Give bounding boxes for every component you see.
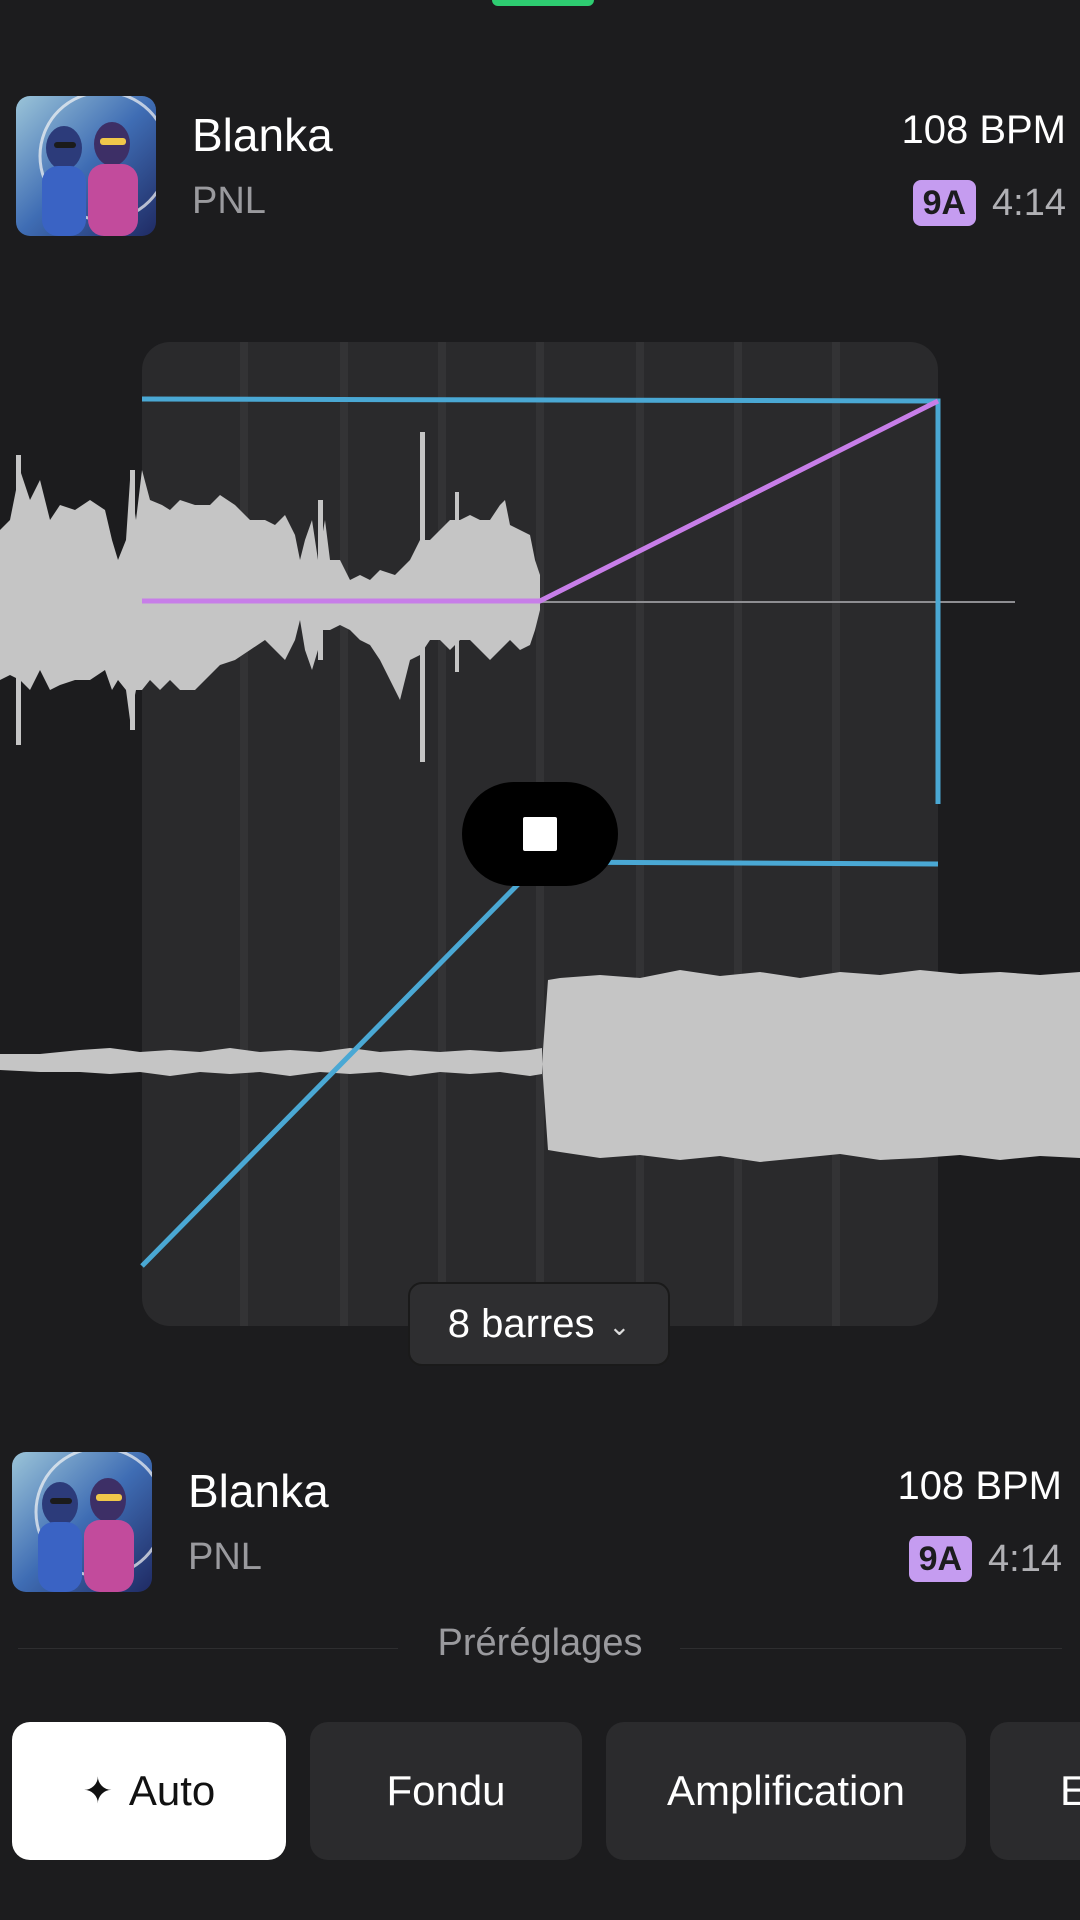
preset-label: E bbox=[1059, 1767, 1080, 1814]
preset-label: Fondu bbox=[386, 1767, 506, 1814]
stop-icon bbox=[523, 817, 557, 851]
track-bpm: 108 BPM bbox=[897, 1464, 1062, 1508]
top-status-indicator bbox=[492, 0, 594, 6]
preset-next-button[interactable]: E bbox=[990, 1722, 1080, 1860]
preset-auto-button[interactable]: ✦ Auto bbox=[12, 1722, 286, 1860]
preset-amplification-button[interactable]: Amplification bbox=[606, 1722, 966, 1860]
key-badge: 9A bbox=[912, 180, 977, 226]
preset-label: Amplification bbox=[666, 1767, 906, 1814]
bars-length-dropdown[interactable]: 8 barres ⌄ bbox=[408, 1282, 670, 1366]
bars-length-label: 8 barres bbox=[447, 1301, 595, 1346]
sparkle-icon: ✦ bbox=[82, 1770, 113, 1811]
presets-heading: Préréglages bbox=[437, 1622, 643, 1664]
track-artist: PNL bbox=[192, 180, 266, 222]
track-meta: 9A 4:14 bbox=[912, 180, 1066, 226]
key-badge: 9A bbox=[908, 1536, 973, 1582]
track-header-top[interactable]: Blanka PNL 108 BPM 9A 4:14 bbox=[0, 96, 1080, 236]
track-duration: 4:14 bbox=[988, 1537, 1062, 1580]
track-title: Blanka bbox=[192, 109, 333, 161]
track-duration: 4:14 bbox=[992, 181, 1066, 224]
track-title: Blanka bbox=[188, 1465, 329, 1517]
chevron-down-icon: ⌄ bbox=[608, 1310, 631, 1341]
preset-label: Auto bbox=[128, 1767, 216, 1814]
album-art bbox=[16, 96, 156, 236]
track-artist: PNL bbox=[188, 1536, 262, 1578]
presets-section-header: Préréglages bbox=[0, 1622, 1080, 1672]
stop-button[interactable] bbox=[462, 782, 618, 886]
preset-fondu-button[interactable]: Fondu bbox=[310, 1722, 582, 1860]
album-art bbox=[12, 1452, 152, 1592]
transition-editor[interactable] bbox=[0, 330, 1080, 1390]
mix-transition-screen: Blanka PNL 108 BPM 9A 4:14 8 barres ⌄ Bl… bbox=[0, 0, 1080, 1920]
track-header-bottom[interactable]: Blanka PNL 108 BPM 9A 4:14 bbox=[0, 1452, 1080, 1592]
track-meta: 9A 4:14 bbox=[908, 1536, 1062, 1582]
track-bpm: 108 BPM bbox=[901, 108, 1066, 152]
